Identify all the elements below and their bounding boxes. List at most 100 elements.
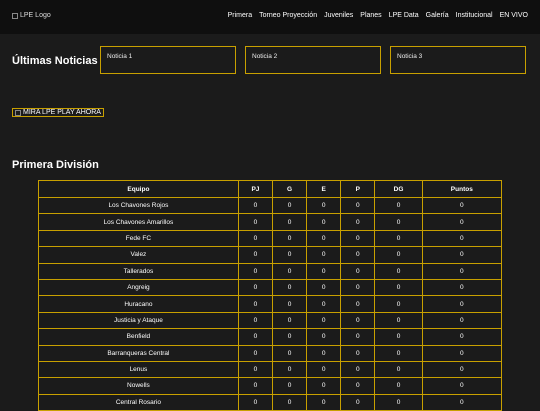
table-row: Los Chavones Amarillos 0 0 0 0 0 0 xyxy=(38,213,503,231)
team-cell: Angreig xyxy=(38,278,239,297)
points-cell: 0 xyxy=(421,328,503,346)
dg-cell: 0 xyxy=(374,344,423,362)
main-nav: Primera Torneo Proyección Juveniles Plan… xyxy=(228,12,528,19)
g-cell: 0 xyxy=(271,295,308,313)
team-cell: Barranqueras Central xyxy=(38,344,239,362)
header-equipo: Equipo xyxy=(38,180,239,198)
standings-table: Equipo PJ G E P DG Puntos Los Chavones R… xyxy=(38,180,503,411)
table-row: Benfield 0 0 0 0 0 0 xyxy=(38,328,503,346)
team-cell: Lenus xyxy=(38,360,239,379)
p-cell: 0 xyxy=(340,328,376,346)
e-cell: 0 xyxy=(306,196,342,215)
g-cell: 0 xyxy=(271,278,308,297)
nav-link-primera[interactable]: Primera xyxy=(228,12,253,19)
nav-link-torneo-proyeccion[interactable]: Torneo Proyección xyxy=(259,12,317,19)
e-cell: 0 xyxy=(306,213,342,231)
e-cell: 0 xyxy=(306,328,342,346)
g-cell: 0 xyxy=(271,311,308,330)
header-dg: DG xyxy=(374,180,423,198)
pj-cell: 0 xyxy=(237,344,274,362)
p-cell: 0 xyxy=(340,344,376,362)
news-card-2[interactable]: Noticia 2 xyxy=(245,46,381,74)
lpe-play-link[interactable]: MIRA LPE PLAY AHORA xyxy=(12,108,104,117)
dg-cell: 0 xyxy=(374,328,423,346)
team-cell: Nowells xyxy=(38,377,239,395)
table-row: Tallerados 0 0 0 0 0 0 xyxy=(38,262,503,280)
dg-cell: 0 xyxy=(374,262,423,280)
points-cell: 0 xyxy=(421,213,503,231)
g-cell: 0 xyxy=(271,377,308,395)
news-card-3[interactable]: Noticia 3 xyxy=(390,46,526,74)
top-navigation-bar: LPE Logo Primera Torneo Proyección Juven… xyxy=(0,0,540,34)
table-row: Barranqueras Central 0 0 0 0 0 0 xyxy=(38,344,503,362)
dg-cell: 0 xyxy=(374,311,423,330)
g-cell: 0 xyxy=(271,360,308,379)
p-cell: 0 xyxy=(340,393,376,411)
e-cell: 0 xyxy=(306,393,342,411)
nav-link-institucional[interactable]: Institucional xyxy=(456,12,493,19)
p-cell: 0 xyxy=(340,295,376,313)
g-cell: 0 xyxy=(271,229,308,248)
pj-cell: 0 xyxy=(237,262,274,280)
pj-cell: 0 xyxy=(237,360,274,379)
dg-cell: 0 xyxy=(374,196,423,215)
dg-cell: 0 xyxy=(374,229,423,248)
team-cell: Justicia y Ataque xyxy=(38,311,239,330)
dg-cell: 0 xyxy=(374,393,423,411)
team-cell: Valez xyxy=(38,246,239,264)
points-cell: 0 xyxy=(421,246,503,264)
header-e: E xyxy=(306,180,342,198)
points-cell: 0 xyxy=(421,393,503,411)
points-cell: 0 xyxy=(421,295,503,313)
broken-image-icon xyxy=(15,109,21,116)
nav-link-lpe-data[interactable]: LPE Data xyxy=(389,12,419,19)
table-row: Central Rosario 0 0 0 0 0 0 xyxy=(38,393,503,411)
points-cell: 0 xyxy=(421,344,503,362)
points-cell: 0 xyxy=(421,262,503,280)
table-row: Valez 0 0 0 0 0 0 xyxy=(38,246,503,264)
dg-cell: 0 xyxy=(374,246,423,264)
points-cell: 0 xyxy=(421,360,503,379)
p-cell: 0 xyxy=(340,196,376,215)
g-cell: 0 xyxy=(271,262,308,280)
header-puntos: Puntos xyxy=(421,180,503,198)
pj-cell: 0 xyxy=(237,278,274,297)
dg-cell: 0 xyxy=(374,377,423,395)
news-card-1[interactable]: Noticia 1 xyxy=(100,46,236,74)
lpe-play-label: MIRA LPE PLAY AHORA xyxy=(23,109,101,116)
team-cell: Huracano xyxy=(38,295,239,313)
p-cell: 0 xyxy=(340,311,376,330)
logo[interactable]: LPE Logo xyxy=(12,12,51,19)
pj-cell: 0 xyxy=(237,246,274,264)
e-cell: 0 xyxy=(306,311,342,330)
pj-cell: 0 xyxy=(237,213,274,231)
e-cell: 0 xyxy=(306,377,342,395)
team-cell: Los Chavones Rojos xyxy=(38,196,239,215)
points-cell: 0 xyxy=(421,377,503,395)
p-cell: 0 xyxy=(340,229,376,248)
pj-cell: 0 xyxy=(237,295,274,313)
nav-link-galeria[interactable]: Galería xyxy=(426,12,449,19)
p-cell: 0 xyxy=(340,262,376,280)
table-row: Los Chavones Rojos 0 0 0 0 0 0 xyxy=(38,196,503,215)
table-row: Nowells 0 0 0 0 0 0 xyxy=(38,377,503,395)
points-cell: 0 xyxy=(421,311,503,330)
header-g: G xyxy=(271,180,308,198)
e-cell: 0 xyxy=(306,262,342,280)
logo-alt-text: LPE Logo xyxy=(20,12,51,19)
nav-link-en-vivo[interactable]: EN VIVO xyxy=(500,12,528,19)
dg-cell: 0 xyxy=(374,278,423,297)
team-cell: Fede FC xyxy=(38,229,239,248)
header-pj: PJ xyxy=(237,180,274,198)
team-cell: Central Rosario xyxy=(38,393,239,411)
g-cell: 0 xyxy=(271,246,308,264)
p-cell: 0 xyxy=(340,246,376,264)
nav-link-planes[interactable]: Planes xyxy=(360,12,381,19)
e-cell: 0 xyxy=(306,360,342,379)
table-row: Angreig 0 0 0 0 0 0 xyxy=(38,278,503,297)
team-cell: Tallerados xyxy=(38,262,239,280)
pj-cell: 0 xyxy=(237,196,274,215)
g-cell: 0 xyxy=(271,328,308,346)
e-cell: 0 xyxy=(306,278,342,297)
nav-link-juveniles[interactable]: Juveniles xyxy=(324,12,353,19)
